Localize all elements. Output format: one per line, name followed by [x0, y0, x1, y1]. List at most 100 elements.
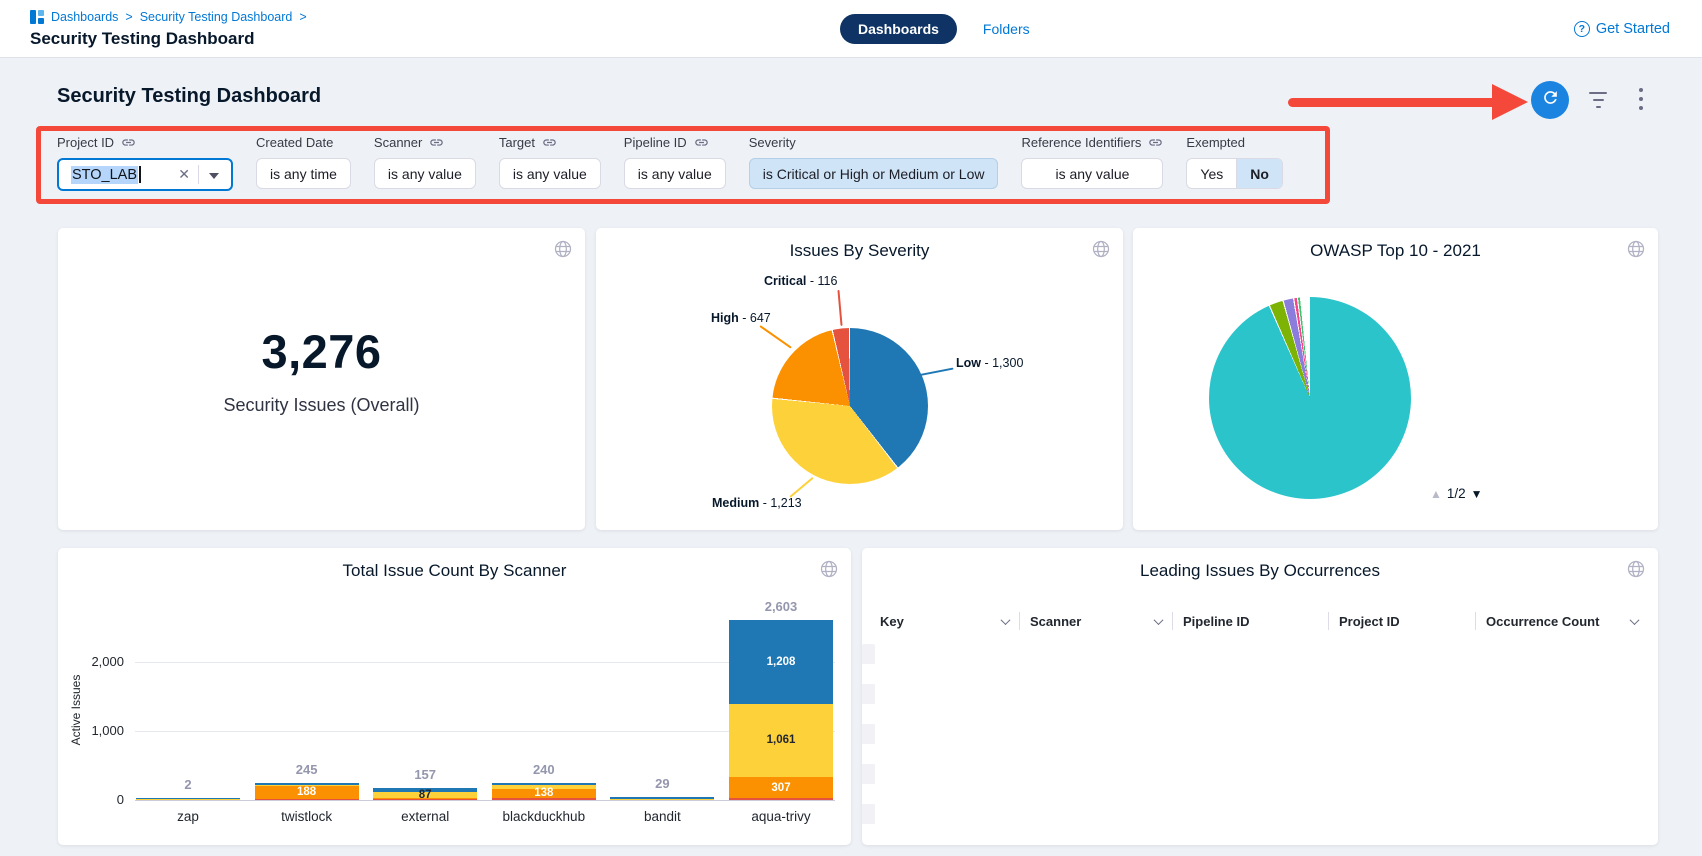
- bar-total-label: 2: [128, 777, 248, 792]
- y-tick: 0: [64, 792, 124, 807]
- bar-segment-medium: [610, 799, 714, 800]
- owasp-pie-chart: [1209, 297, 1411, 499]
- link-icon[interactable]: [694, 135, 709, 150]
- severity-pie-chart: [772, 328, 928, 484]
- y-tick: 1,000: [64, 723, 124, 738]
- filter-reference-identifiers: Reference Identifiers is any value: [1021, 135, 1163, 189]
- dashboard-options-menu-button[interactable]: [1634, 88, 1648, 110]
- stacked-bar-blackduckhub: 138: [492, 783, 596, 800]
- table-title: Leading Issues By Occurrences: [862, 561, 1658, 581]
- tab-folders[interactable]: Folders: [983, 21, 1030, 37]
- column-header-label: Key: [880, 614, 904, 629]
- chart-title: Issues By Severity: [596, 241, 1123, 261]
- exempted-toggle: Yes No: [1186, 158, 1283, 189]
- bar-total-label: 29: [602, 776, 722, 791]
- globe-icon[interactable]: [553, 239, 573, 264]
- chevron-down-icon[interactable]: [1154, 615, 1164, 625]
- bar-segment-value: 188: [255, 786, 359, 798]
- globe-icon[interactable]: [1626, 559, 1646, 584]
- stacked-bar-bandit: [610, 797, 714, 800]
- page-title: Security Testing Dashboard: [30, 29, 255, 49]
- reference-identifiers-value-button[interactable]: is any value: [1021, 158, 1163, 189]
- column-header-label: Scanner: [1030, 614, 1081, 629]
- filter-severity-label: Severity: [749, 135, 796, 150]
- link-icon[interactable]: [429, 135, 444, 150]
- table-loading-rows: [862, 644, 875, 836]
- bar-segment-high: 307: [729, 777, 833, 798]
- view-tabs: Dashboards Folders: [840, 14, 1030, 44]
- column-header-key[interactable]: Key: [870, 612, 1020, 630]
- overall-issues-label: Security Issues (Overall): [58, 395, 585, 416]
- help-question-icon: ?: [1574, 21, 1590, 37]
- tile-total-issue-count-by-scanner: Total Issue Count By Scanner Active Issu…: [58, 548, 851, 845]
- y-axis-label: Active Issues: [69, 655, 83, 765]
- filter-scanner: Scanner is any value: [374, 135, 476, 189]
- filter-scanner-label: Scanner: [374, 135, 422, 150]
- breadcrumb-separator: >: [125, 10, 132, 24]
- bar-segment-value: 1,208: [729, 656, 833, 668]
- top-header: Dashboards > Security Testing Dashboard …: [0, 0, 1702, 58]
- link-icon[interactable]: [1148, 135, 1163, 150]
- tab-dashboards[interactable]: Dashboards: [840, 14, 957, 44]
- text-cursor: [139, 166, 141, 183]
- chevron-down-icon[interactable]: [1001, 615, 1011, 625]
- filter-target-label: Target: [499, 135, 535, 150]
- pie-leader-line: [837, 290, 842, 326]
- breadcrumb-current-dashboard[interactable]: Security Testing Dashboard: [140, 10, 293, 24]
- exempted-no-option[interactable]: No: [1236, 159, 1282, 188]
- page-down-icon[interactable]: ▼: [1471, 487, 1483, 501]
- refresh-icon: [1541, 88, 1560, 112]
- column-header-occurrence-count[interactable]: Occurrence Count: [1476, 612, 1648, 630]
- bar-segment-critical: [729, 798, 833, 800]
- bar-total-label: 157: [365, 767, 485, 782]
- page-indicator: 1/2: [1447, 486, 1466, 501]
- filter-bar: Project ID STO_LAB ✕ Created Date is any…: [57, 135, 1283, 191]
- column-header-project-id: Project ID: [1329, 612, 1476, 630]
- filter-pipeline-id: Pipeline ID is any value: [624, 135, 726, 189]
- pie-leader-line: [920, 368, 954, 376]
- pie-label-medium: Medium - 1,213: [712, 496, 802, 510]
- pipeline-id-value-button[interactable]: is any value: [624, 158, 726, 189]
- stacked-bar-twistlock: 188: [255, 783, 359, 800]
- link-icon[interactable]: [542, 135, 557, 150]
- pie-label-high: High - 647: [711, 311, 771, 325]
- bar-chart: Active Issues 2,000 1,000 0 2zap188245tw…: [58, 548, 851, 845]
- link-icon[interactable]: [121, 135, 136, 150]
- bar-segment-medium: [136, 799, 240, 800]
- scanner-value-button[interactable]: is any value: [374, 158, 476, 189]
- get-started-label: Get Started: [1596, 21, 1670, 37]
- globe-icon[interactable]: [1091, 239, 1111, 264]
- refresh-button[interactable]: [1531, 81, 1569, 119]
- breadcrumb-separator: >: [299, 10, 306, 24]
- column-header-scanner[interactable]: Scanner: [1020, 612, 1173, 630]
- filter-project-id: Project ID STO_LAB ✕: [57, 135, 233, 191]
- project-id-input[interactable]: STO_LAB ✕: [57, 158, 233, 191]
- page-up-icon[interactable]: ▲: [1430, 487, 1442, 501]
- tile-leading-issues-by-occurrences: Leading Issues By Occurrences Key Scanner…: [862, 548, 1658, 845]
- filter-project-id-label: Project ID: [57, 135, 114, 150]
- breadcrumb-dashboards[interactable]: Dashboards: [51, 10, 118, 24]
- project-id-dropdown-toggle[interactable]: [199, 166, 223, 184]
- bar-segment-low: 1,208: [729, 620, 833, 703]
- annotation-arrow: [1288, 84, 1530, 120]
- bar-segment-critical: [373, 799, 477, 800]
- filter-reference-identifiers-label: Reference Identifiers: [1021, 135, 1141, 150]
- filter-exempted-label: Exempted: [1186, 135, 1245, 150]
- severity-value-button[interactable]: is Critical or High or Medium or Low: [749, 158, 999, 189]
- created-date-value-button[interactable]: is any time: [256, 158, 351, 189]
- owasp-pagination: ▲ 1/2 ▼: [1430, 486, 1483, 501]
- exempted-yes-option[interactable]: Yes: [1187, 159, 1236, 188]
- dashboard-filter-button[interactable]: [1588, 92, 1608, 108]
- page: Dashboards > Security Testing Dashboard …: [0, 0, 1702, 856]
- dashboards-grid-icon: [30, 10, 44, 24]
- clear-icon[interactable]: ✕: [170, 166, 198, 183]
- table-header-row: KeyScannerPipeline IDProject IDOccurrenc…: [870, 604, 1650, 638]
- target-value-button[interactable]: is any value: [499, 158, 601, 189]
- dashboard-title: Security Testing Dashboard: [57, 85, 321, 108]
- globe-icon[interactable]: [1626, 239, 1646, 264]
- column-header-label: Occurrence Count: [1486, 614, 1599, 629]
- get-started-link[interactable]: ? Get Started: [1574, 21, 1670, 37]
- chevron-down-icon[interactable]: [1630, 615, 1640, 625]
- stacked-bar-aqua-trivy: 1,2081,061307: [729, 620, 833, 800]
- bar-segment-critical: [255, 799, 359, 800]
